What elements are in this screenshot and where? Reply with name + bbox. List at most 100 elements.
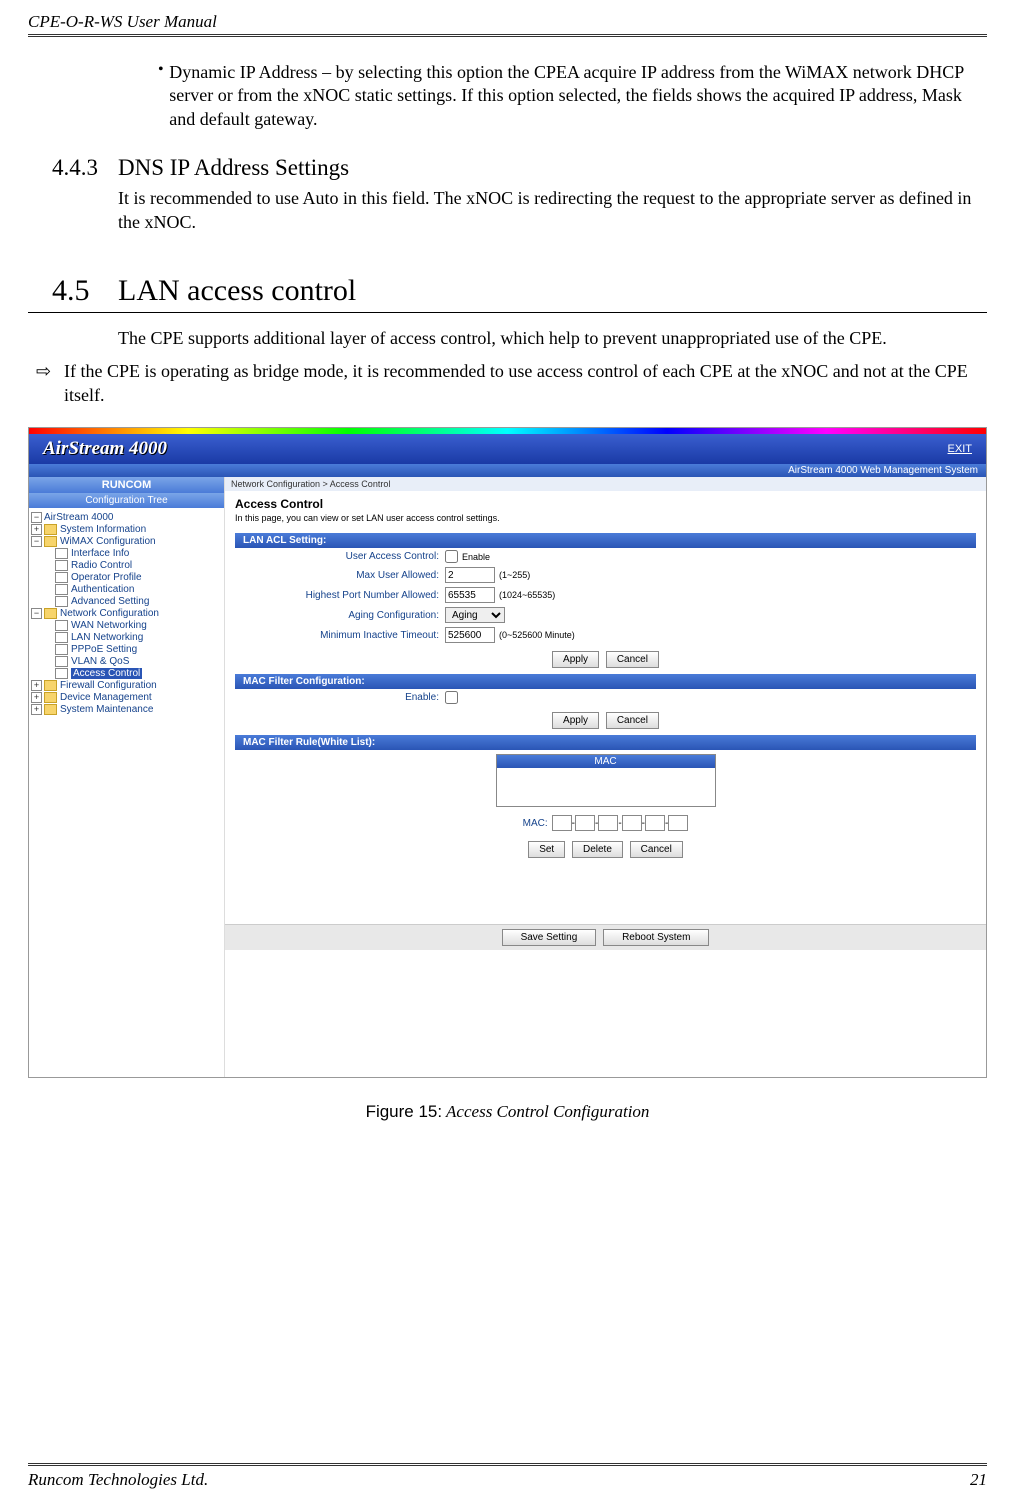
collapse-icon[interactable]: − bbox=[31, 608, 42, 619]
section-body: The CPE supports additional layer of acc… bbox=[118, 327, 987, 350]
tree-item-network[interactable]: −Network Configuration bbox=[31, 608, 222, 620]
tree-item-pppoe[interactable]: PPPoE Setting bbox=[31, 644, 222, 656]
tree-item-firewall[interactable]: +Firewall Configuration bbox=[31, 680, 222, 692]
field-suffix: (0~525600 Minute) bbox=[495, 630, 575, 640]
reboot-button[interactable]: Reboot System bbox=[603, 929, 709, 946]
field-suffix: Enable bbox=[458, 552, 490, 562]
save-setting-button[interactable]: Save Setting bbox=[502, 929, 597, 946]
folder-icon bbox=[44, 524, 57, 535]
page-icon bbox=[55, 596, 68, 607]
aging-select[interactable]: Aging bbox=[445, 607, 505, 623]
expand-icon[interactable]: + bbox=[31, 680, 42, 691]
sub-bar: AirStream 4000 Web Management System bbox=[29, 464, 986, 477]
exit-link[interactable]: EXIT bbox=[948, 443, 972, 455]
field-suffix: (1024~65535) bbox=[495, 590, 555, 600]
field-label: Highest Port Number Allowed: bbox=[235, 590, 445, 601]
delete-button[interactable]: Delete bbox=[572, 841, 623, 858]
tree-item-wimax[interactable]: −WiMAX Configuration bbox=[31, 536, 222, 548]
mac-octet-2[interactable] bbox=[575, 815, 595, 831]
cancel-button[interactable]: Cancel bbox=[606, 712, 659, 729]
mac-table-header: MAC bbox=[497, 755, 715, 768]
min-timeout-input[interactable] bbox=[445, 627, 495, 643]
embedded-screenshot: AirStream 4000 EXIT AirStream 4000 Web M… bbox=[28, 427, 987, 1078]
page-icon bbox=[55, 584, 68, 595]
mac-octet-6[interactable] bbox=[668, 815, 688, 831]
breadcrumb: Network Configuration > Access Control bbox=[225, 477, 986, 491]
page-icon bbox=[55, 668, 68, 679]
field-label: Max User Allowed: bbox=[235, 570, 445, 581]
max-user-input[interactable] bbox=[445, 567, 495, 583]
field-label: Enable: bbox=[235, 692, 445, 703]
figure-title: Access Control Configuration bbox=[442, 1102, 649, 1121]
apply-button[interactable]: Apply bbox=[552, 651, 599, 668]
tree-item-sysinfo[interactable]: +System Information bbox=[31, 524, 222, 536]
tree-root[interactable]: −AirStream 4000 bbox=[31, 512, 222, 524]
field-mac-enable: Enable: bbox=[225, 689, 986, 706]
page-icon bbox=[55, 548, 68, 559]
mac-octet-3[interactable] bbox=[598, 815, 618, 831]
tree-item-wan[interactable]: WAN Networking bbox=[31, 620, 222, 632]
tree-item-radio[interactable]: Radio Control bbox=[31, 560, 222, 572]
heading-number: 4.4.3 bbox=[52, 155, 118, 181]
footer-page-number: 21 bbox=[970, 1470, 987, 1490]
mac-octet-5[interactable] bbox=[645, 815, 665, 831]
heading-4-5: 4.5 LAN access control bbox=[28, 274, 987, 308]
field-label: Aging Configuration: bbox=[235, 610, 445, 621]
tree-item-vlan[interactable]: VLAN & QoS bbox=[31, 656, 222, 668]
sidebar-heading: Configuration Tree bbox=[29, 493, 224, 508]
page-icon bbox=[55, 560, 68, 571]
section-mac-filter: MAC Filter Configuration: bbox=[235, 674, 976, 689]
tree-item-access-control[interactable]: Access Control bbox=[31, 668, 222, 680]
folder-icon bbox=[44, 704, 57, 715]
bullet-dot: • bbox=[158, 61, 169, 131]
tree-item-operator[interactable]: Operator Profile bbox=[31, 572, 222, 584]
page-icon bbox=[55, 572, 68, 583]
page-title: Access Control bbox=[225, 491, 986, 513]
mac-input-row: MAC: - - - - - bbox=[225, 811, 986, 835]
mac-octet-4[interactable] bbox=[622, 815, 642, 831]
note-row: ⇨ If the CPE is operating as bridge mode… bbox=[36, 360, 987, 407]
section-mac-rule: MAC Filter Rule(White List): bbox=[235, 735, 976, 750]
tree-item-sysmaint[interactable]: +System Maintenance bbox=[31, 704, 222, 716]
cancel-button[interactable]: Cancel bbox=[630, 841, 683, 858]
apply-button[interactable]: Apply bbox=[552, 712, 599, 729]
tree-item-device[interactable]: +Device Management bbox=[31, 692, 222, 704]
sidebar-logo: RUNCOM bbox=[29, 477, 224, 493]
tree-item-auth[interactable]: Authentication bbox=[31, 584, 222, 596]
expand-icon[interactable]: + bbox=[31, 704, 42, 715]
tree-item-advanced[interactable]: Advanced Setting bbox=[31, 596, 222, 608]
field-suffix: (1~255) bbox=[495, 570, 530, 580]
mac-table: MAC bbox=[496, 754, 716, 807]
set-button[interactable]: Set bbox=[528, 841, 565, 858]
mac-octet-1[interactable] bbox=[552, 815, 572, 831]
brand-bar: AirStream 4000 EXIT bbox=[29, 434, 986, 464]
heading-title: DNS IP Address Settings bbox=[118, 155, 349, 181]
note-text: If the CPE is operating as bridge mode, … bbox=[64, 360, 987, 407]
cancel-button[interactable]: Cancel bbox=[606, 651, 659, 668]
page-subtitle: In this page, you can view or set LAN us… bbox=[225, 513, 986, 533]
folder-icon bbox=[44, 680, 57, 691]
figure-caption: Figure 15: Access Control Configuration bbox=[28, 1102, 987, 1122]
page-icon bbox=[55, 620, 68, 631]
bottom-bar: Save Setting Reboot System bbox=[225, 924, 986, 950]
collapse-icon[interactable]: − bbox=[31, 512, 42, 523]
folder-icon bbox=[44, 536, 57, 547]
highest-port-input[interactable] bbox=[445, 587, 495, 603]
figure-label: Figure 15: bbox=[366, 1102, 443, 1121]
field-aging: Aging Configuration: Aging bbox=[225, 605, 986, 625]
page-icon bbox=[55, 644, 68, 655]
heading-title: LAN access control bbox=[118, 274, 356, 308]
main-panel: Network Configuration > Access Control A… bbox=[224, 477, 986, 1077]
bullet-item: • Dynamic IP Address – by selecting this… bbox=[158, 61, 987, 131]
user-access-checkbox[interactable] bbox=[445, 550, 458, 563]
field-min-timeout: Minimum Inactive Timeout: (0~525600 Minu… bbox=[225, 625, 986, 645]
collapse-icon[interactable]: − bbox=[31, 536, 42, 547]
page-icon bbox=[55, 656, 68, 667]
arrow-icon: ⇨ bbox=[36, 360, 64, 407]
expand-icon[interactable]: + bbox=[31, 692, 42, 703]
expand-icon[interactable]: + bbox=[31, 524, 42, 535]
tree-item-interface[interactable]: Interface Info bbox=[31, 548, 222, 560]
tree-item-lan[interactable]: LAN Networking bbox=[31, 632, 222, 644]
field-highest-port: Highest Port Number Allowed: (1024~65535… bbox=[225, 585, 986, 605]
mac-enable-checkbox[interactable] bbox=[445, 691, 458, 704]
